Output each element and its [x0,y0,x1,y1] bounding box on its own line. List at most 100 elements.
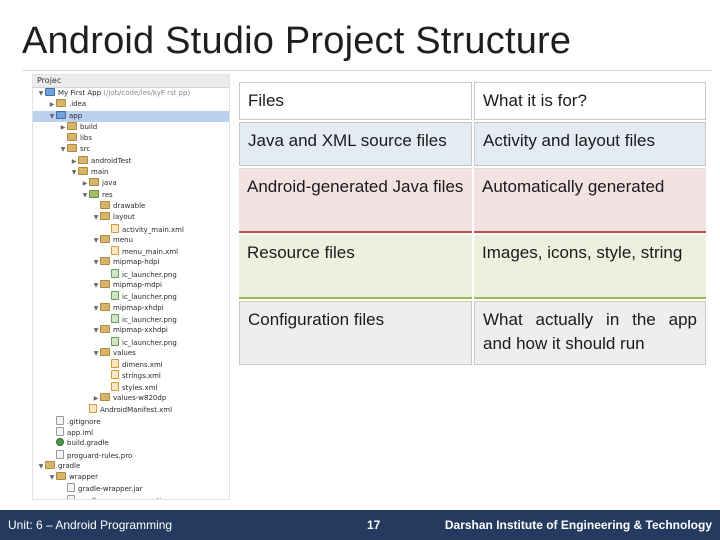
tree-item-label: activity_main.xml [122,225,184,234]
expand-down-icon[interactable]: ▼ [37,461,45,472]
png-icon [111,313,119,323]
file-icon [56,449,64,459]
module-icon [56,110,66,119]
tree-item[interactable]: styles.xml [33,381,229,393]
tree-item-label: strings.xml [122,372,161,381]
tree-item[interactable]: dimens.xml [33,359,229,370]
tree-item[interactable]: gradle-wrapper.properties [33,494,229,499]
tree-item[interactable]: ▼ res [33,189,229,201]
table-row: Configuration files What actually in the… [239,301,706,365]
expand-down-icon[interactable]: ▼ [92,325,100,336]
tree-item-label: dimens.xml [122,361,163,370]
tree-item[interactable]: ▼ src [33,144,229,155]
tree-item-label: menu [113,235,133,244]
expand-down-icon[interactable]: ▼ [59,144,67,155]
tree-item[interactable]: ic_launcher.png [33,336,229,348]
expand-down-icon[interactable]: ▼ [92,235,100,246]
cell-purpose: Activity and layout files [474,122,706,166]
tree-item[interactable]: strings.xml [33,370,229,381]
tree-item[interactable]: app.iml [33,426,229,438]
tree-item[interactable]: ▶ java [33,178,229,189]
tree-item[interactable]: ▼ mipmap-xhdpi [33,302,229,314]
footer-unit: Unit: 6 – Android Programming [8,518,173,532]
table-header-row: Files What it is for? [239,82,706,120]
tree-item-label: mipmap-hdpi [113,258,160,267]
tree-item[interactable]: activity_main.xml [33,223,229,235]
expand-down-icon[interactable]: ▼ [81,190,89,201]
tree-item[interactable]: build.gradle [33,438,229,449]
header-files: Files [239,82,472,120]
expand-down-icon[interactable]: ▼ [48,472,56,483]
tree-item[interactable]: ▼ mipmap-mdpi [33,280,229,291]
tree-item[interactable]: drawable [33,200,229,212]
project-tree-header[interactable]: Projec [33,75,229,88]
expand-down-icon[interactable]: ▼ [92,212,100,223]
tree-item-label: wrapper [69,473,98,482]
tree-item[interactable]: ic_launcher.png [33,313,229,325]
folder-icon [100,234,110,243]
project-tree-panel: Projec ▼ My First App (/job/code/les/kyF … [32,74,230,500]
tree-item[interactable]: libs [33,133,229,144]
file-icon [56,426,64,436]
tree-item[interactable]: gradle-wrapper.jar [33,483,229,494]
tree-item-label: ic_launcher.png [122,293,177,302]
tree-item-label: java [102,179,117,188]
expand-down-icon[interactable]: ▼ [48,111,56,122]
table-row: Resource files Images, icons, style, str… [239,235,706,299]
expand-down-icon[interactable]: ▼ [70,167,78,178]
tree-item[interactable]: ▼ values [33,347,229,359]
tree-item[interactable]: .gitignore [33,415,229,427]
tree-item[interactable]: ▶ androidTest [33,155,229,167]
tree-item[interactable]: ▼ mipmap-xxhdpi [33,325,229,336]
footer-institute: Darshan Institute of Engineering & Techn… [444,518,712,532]
tree-item[interactable]: ▼ gradle [33,460,229,472]
cell-files: Configuration files [239,301,472,365]
tree-item[interactable]: ▼ wrapper [33,472,229,483]
file-icon [67,494,75,499]
xml-icon [111,370,119,380]
expand-down-icon[interactable]: ▼ [92,280,100,291]
tree-item[interactable]: ▼ layout [33,212,229,223]
expand-right-icon[interactable]: ▶ [70,156,78,167]
expand-right-icon[interactable]: ▶ [59,122,67,133]
expand-down-icon[interactable]: ▼ [92,303,100,314]
folder-icon [100,347,110,356]
tree-item[interactable]: menu_main.xml [33,246,229,257]
tree-item[interactable]: ▼ mipmap-hdpi [33,257,229,268]
cell-purpose: Automatically generated [474,168,706,233]
table-row: Android-generated Java files Automatical… [239,168,706,233]
tree-item-label: gradle-wrapper.jar [78,485,143,494]
tree-item-label: menu_main.xml [122,248,179,257]
tree-item-label: gradle-wrapper.properties [78,497,169,499]
tree-item[interactable]: AndroidManifest.xml [33,404,229,415]
tree-item[interactable]: ▶ .idea [33,99,229,110]
res-icon [89,189,99,198]
tree-item[interactable]: ▼ app [33,110,229,122]
tree-item[interactable]: ic_launcher.png [33,268,229,280]
tree-item-label: values-w820dp [113,394,167,403]
cell-files: Android-generated Java files [239,168,472,233]
folder-icon [100,280,110,289]
folder-icon [78,167,88,176]
expand-right-icon[interactable]: ▶ [81,178,89,189]
tree-item[interactable]: proguard-rules.pro [33,449,229,461]
expand-down-icon[interactable]: ▼ [37,88,45,99]
tree-item[interactable]: ▼ My First App (/job/code/les/kyF rst pp) [33,88,229,99]
tree-item[interactable]: ▶ build [33,121,229,133]
footer-page-number: 17 [367,518,381,532]
expand-down-icon[interactable]: ▼ [92,257,100,268]
tree-item-label: androidTest [91,156,132,165]
tree-item-label: layout [113,213,135,222]
title-divider [22,70,712,71]
tree-item-label: drawable [113,201,146,210]
slide-title: Android Studio Project Structure [22,20,572,62]
xml-icon [111,381,119,391]
tree-item[interactable]: ▶ values-w820dp [33,393,229,404]
tree-item[interactable]: ▼ main [33,167,229,178]
tree-item[interactable]: ▼ menu [33,234,229,246]
expand-right-icon[interactable]: ▶ [48,99,56,110]
tree-item[interactable]: ic_launcher.png [33,291,229,302]
expand-right-icon[interactable]: ▶ [92,393,100,404]
xml-icon [111,246,119,256]
expand-down-icon[interactable]: ▼ [92,348,100,359]
